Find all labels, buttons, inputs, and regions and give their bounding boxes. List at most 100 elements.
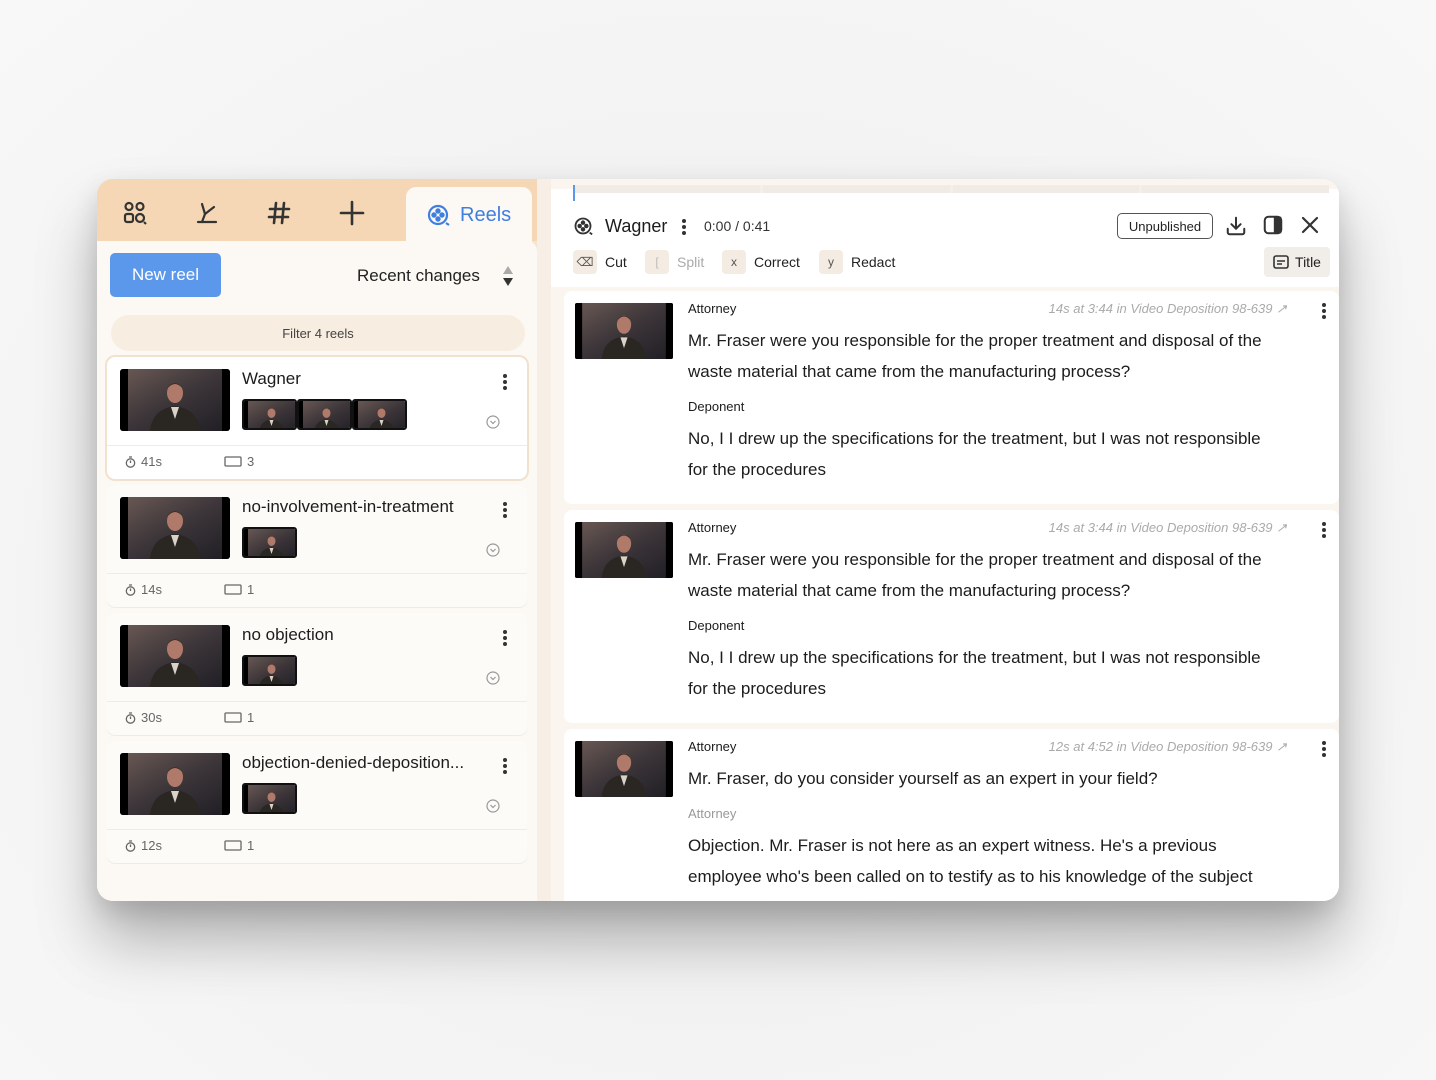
clip-strip bbox=[242, 527, 297, 558]
clip-count-icon bbox=[224, 456, 242, 467]
clip-strip bbox=[242, 655, 297, 686]
chevron-down-icon[interactable] bbox=[486, 543, 500, 557]
reel-clip-count: 3 bbox=[224, 454, 254, 469]
sort-arrows-icon[interactable] bbox=[501, 264, 515, 288]
chevron-down-icon[interactable] bbox=[486, 799, 500, 813]
filter-input[interactable]: Filter 4 reels bbox=[111, 315, 525, 351]
clip-thumbnail[interactable] bbox=[242, 399, 297, 430]
new-reel-button[interactable]: New reel bbox=[110, 253, 221, 297]
reel-duration: 30s bbox=[125, 710, 162, 725]
transcript-line[interactable]: No, I I drew up the specifications for t… bbox=[688, 423, 1308, 454]
divider bbox=[107, 573, 527, 574]
transcript-line[interactable]: Mr. Fraser were you responsible for the … bbox=[688, 544, 1308, 575]
transcript-card[interactable]: 14s at 3:44 in Video Deposition 98-639 ↗… bbox=[564, 510, 1339, 723]
clip-thumbnail[interactable] bbox=[352, 399, 407, 430]
speaker-label: Attorney bbox=[688, 301, 737, 316]
chevron-down-icon[interactable] bbox=[486, 671, 500, 685]
reel-icon bbox=[427, 204, 450, 226]
speaker-label: Attorney bbox=[688, 739, 737, 754]
sort-select[interactable]: Recent changes bbox=[357, 266, 480, 286]
close-icon[interactable] bbox=[1301, 216, 1319, 234]
timer-icon bbox=[125, 839, 136, 852]
transcript-card[interactable]: 14s at 3:44 in Video Deposition 98-639 ↗… bbox=[564, 291, 1339, 504]
reel-duration: 12s bbox=[125, 838, 162, 853]
clip-source-link[interactable]: 12s at 4:52 in Video Deposition 98-639 ↗ bbox=[1049, 739, 1287, 755]
cut-tool[interactable]: ⌫ Cut bbox=[573, 249, 627, 275]
transcript-line[interactable]: for the procedures bbox=[688, 454, 1308, 485]
reel-clip-count: 1 bbox=[224, 710, 254, 725]
transcript-line[interactable]: for the procedures bbox=[688, 673, 1308, 704]
reel-card[interactable]: Wagner 41s 3 bbox=[107, 357, 527, 479]
clip-thumbnail[interactable] bbox=[242, 783, 297, 814]
panel-toggle-icon[interactable] bbox=[1262, 214, 1284, 236]
clip-strip bbox=[242, 399, 407, 430]
reel-menu-icon[interactable] bbox=[679, 217, 689, 237]
timer-icon bbox=[125, 455, 136, 468]
reel-menu-icon[interactable] bbox=[497, 755, 513, 777]
chevron-down-icon[interactable] bbox=[486, 415, 500, 429]
reel-name[interactable]: no objection bbox=[242, 625, 334, 645]
correct-key: x bbox=[722, 250, 746, 274]
transcript-line[interactable]: waste material that came from the manufa… bbox=[688, 356, 1308, 387]
split-tool[interactable]: [Split bbox=[645, 249, 704, 275]
tab-reels-label: Reels bbox=[460, 203, 512, 226]
reel-card[interactable]: no objection 30s 1 bbox=[107, 613, 527, 735]
reel-title[interactable]: Wagner bbox=[605, 216, 667, 237]
reel-duration: 41s bbox=[125, 454, 162, 469]
publish-status-button[interactable]: Unpublished bbox=[1117, 213, 1213, 239]
reel-menu-icon[interactable] bbox=[497, 371, 513, 393]
clip-count-label: 1 bbox=[247, 710, 255, 725]
clip-count-icon bbox=[224, 840, 242, 851]
split-key: [ bbox=[645, 250, 669, 274]
highlighter-icon[interactable] bbox=[189, 195, 225, 231]
tab-reels[interactable]: Reels bbox=[406, 187, 532, 243]
clip-strip bbox=[242, 783, 297, 814]
clip-source-link[interactable]: 14s at 3:44 in Video Deposition 98-639 ↗ bbox=[1049, 301, 1287, 317]
clip-thumbnail[interactable] bbox=[297, 399, 352, 430]
timeline-scrubber[interactable] bbox=[573, 185, 1329, 193]
reel-menu-icon[interactable] bbox=[497, 627, 513, 649]
correct-tool[interactable]: x Correct bbox=[722, 249, 800, 275]
clip-count-icon bbox=[224, 584, 242, 595]
reel-clip-count: 1 bbox=[224, 582, 254, 597]
tab-bar: Reels bbox=[97, 179, 537, 243]
reel-card[interactable]: objection-denied-deposition... 12s 1 bbox=[107, 741, 527, 863]
reel-name[interactable]: no-involvement-in-treatment bbox=[242, 497, 454, 517]
reel-icon bbox=[574, 217, 593, 236]
transcript-line[interactable]: waste material that came from the manufa… bbox=[688, 575, 1308, 606]
transcript-line[interactable]: Mr. Fraser were you responsible for the … bbox=[688, 325, 1308, 356]
card-menu-icon[interactable] bbox=[1319, 520, 1329, 540]
divider bbox=[107, 829, 527, 830]
hashtag-icon[interactable] bbox=[261, 195, 297, 231]
transcript-line[interactable]: Objection. Mr. Fraser is not here as an … bbox=[688, 830, 1308, 861]
reel-name[interactable]: objection-denied-deposition... bbox=[242, 753, 464, 773]
card-menu-icon[interactable] bbox=[1319, 301, 1329, 321]
reel-menu-icon[interactable] bbox=[497, 499, 513, 521]
transcript-line[interactable]: No, I I drew up the specifications for t… bbox=[688, 642, 1308, 673]
duration-label: 30s bbox=[141, 710, 162, 725]
transcript-line[interactable]: employee who's been called on to testify… bbox=[688, 861, 1308, 892]
transcript-line[interactable]: Mr. Fraser, do you consider yourself as … bbox=[688, 763, 1308, 794]
clip-source-link[interactable]: 14s at 3:44 in Video Deposition 98-639 ↗ bbox=[1049, 520, 1287, 536]
title-button[interactable]: Title bbox=[1264, 247, 1330, 277]
plus-icon[interactable] bbox=[334, 195, 370, 231]
reel-name[interactable]: Wagner bbox=[242, 369, 301, 389]
timer-icon bbox=[125, 583, 136, 596]
caption-icon bbox=[1273, 255, 1289, 269]
editor-panel: Wagner 0:00 / 0:41 Unpublished ⌫ Cut [Spl… bbox=[551, 179, 1339, 901]
people-icon[interactable] bbox=[117, 195, 153, 231]
divider bbox=[107, 701, 527, 702]
clip-thumbnail[interactable] bbox=[242, 655, 297, 686]
transcript-card[interactable]: 12s at 4:52 in Video Deposition 98-639 ↗… bbox=[564, 729, 1339, 901]
clip-thumbnail[interactable] bbox=[242, 527, 297, 558]
playhead[interactable] bbox=[573, 185, 575, 201]
clip-count-label: 1 bbox=[247, 582, 255, 597]
editor-header: Wagner 0:00 / 0:41 Unpublished bbox=[551, 185, 1339, 249]
reel-card[interactable]: no-involvement-in-treatment 14s 1 bbox=[107, 485, 527, 607]
speaker-label: Attorney bbox=[688, 806, 737, 821]
card-menu-icon[interactable] bbox=[1319, 739, 1329, 759]
correct-label: Correct bbox=[754, 254, 800, 270]
redact-tool[interactable]: y Redact bbox=[819, 249, 895, 275]
download-icon[interactable] bbox=[1225, 215, 1247, 237]
editing-toolbar: ⌫ Cut [Split x Correct y Redact Title bbox=[551, 247, 1339, 287]
